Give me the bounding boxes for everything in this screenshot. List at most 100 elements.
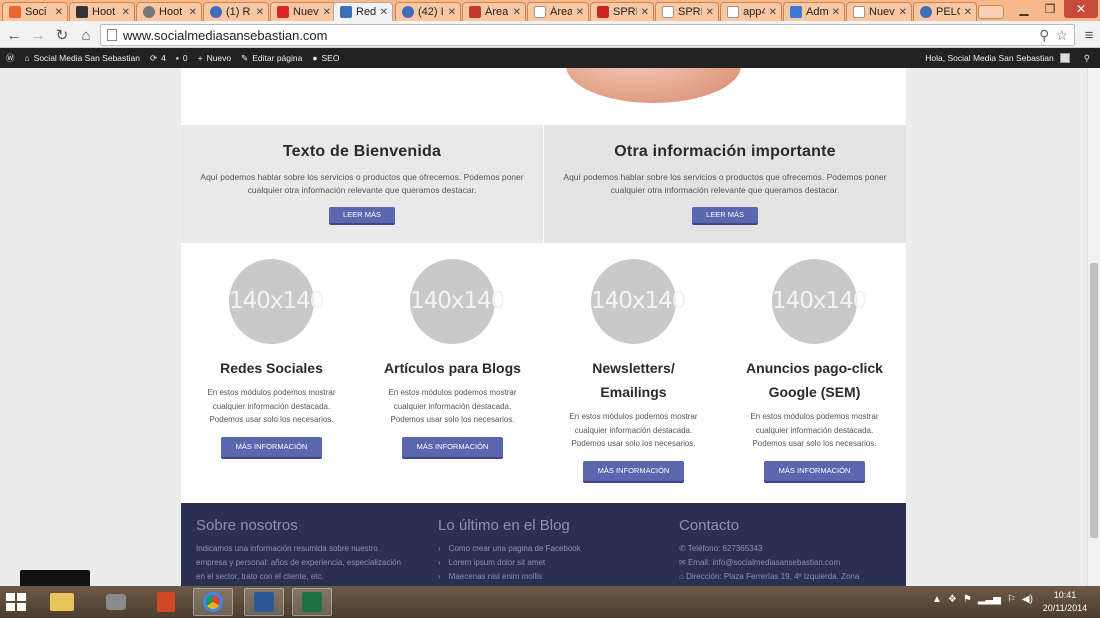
maximize-icon[interactable]: ❐ bbox=[1038, 0, 1062, 18]
close-icon[interactable]: ✕ bbox=[323, 7, 331, 18]
intro-block-other-info: Otra información importante Aquí podemos… bbox=[544, 125, 906, 243]
account-greeting[interactable]: Hola, Social Media San Sebastian bbox=[925, 53, 1054, 63]
blog-link-text: Como crear una pagina de Facebook bbox=[448, 544, 581, 553]
browser-tab[interactable]: Soci ✕ bbox=[2, 2, 68, 21]
network-icon[interactable]: ⚑ bbox=[963, 594, 972, 605]
windows-start-icon[interactable] bbox=[6, 593, 26, 611]
blog-link[interactable]: › Maecenas nisi enim mollis bbox=[438, 570, 668, 584]
browser-tab[interactable]: Nueva p ✕ bbox=[846, 2, 912, 21]
wordpress-logo-icon[interactable]: Ⓦ bbox=[6, 52, 15, 64]
forward-arrow-icon[interactable]: → bbox=[28, 25, 48, 45]
dropbox-icon[interactable]: ❖ bbox=[948, 594, 957, 605]
seo-status-icon: ● bbox=[312, 53, 318, 63]
read-more-button[interactable]: LEER MÁS bbox=[692, 207, 758, 225]
close-icon[interactable]: ✕ bbox=[122, 7, 130, 18]
file-explorer-icon[interactable] bbox=[42, 588, 82, 616]
updates-link[interactable]: ⟳ 4 bbox=[150, 53, 166, 64]
contact-email[interactable]: ✉ Email: info@socialmediasansebastian.co… bbox=[679, 556, 909, 570]
tray-arrow-icon[interactable]: ▲ bbox=[932, 594, 942, 605]
url-text[interactable]: www.socialmediasansebastian.com bbox=[123, 28, 1039, 43]
blog-link-text: Maecenas nisi enim mollis bbox=[448, 572, 543, 581]
close-icon[interactable]: ✕ bbox=[189, 7, 197, 18]
search-icon[interactable]: ⚲ bbox=[1084, 53, 1090, 64]
browser-tab[interactable]: Área ✕ bbox=[462, 2, 526, 21]
window-close-icon[interactable]: ✕ bbox=[1064, 0, 1098, 18]
photo-app-icon[interactable] bbox=[96, 588, 136, 616]
new-content-link[interactable]: + Nuevo bbox=[198, 53, 232, 63]
browser-tab[interactable]: app4 ✕ bbox=[720, 2, 782, 21]
close-icon[interactable]: ✕ bbox=[964, 7, 972, 18]
blog-link[interactable]: › Lorem ipsum dolor sit amet bbox=[438, 556, 668, 570]
module-text: En estos módulos podemos mostrar cualqui… bbox=[569, 412, 698, 448]
browser-tab[interactable]: Adm ✕ bbox=[783, 2, 845, 21]
clock-time: 10:41 bbox=[1053, 590, 1077, 600]
close-icon[interactable]: ✕ bbox=[899, 7, 907, 18]
tab-favicon-icon bbox=[402, 6, 414, 18]
close-icon[interactable]: ✕ bbox=[55, 7, 63, 18]
page-scrollbar[interactable] bbox=[1087, 68, 1100, 586]
read-more-button[interactable]: LEER MÁS bbox=[329, 207, 395, 225]
new-tab-button[interactable] bbox=[978, 5, 1004, 19]
scrollbar-thumb[interactable] bbox=[1090, 263, 1098, 538]
comments-link[interactable]: ▪ 0 bbox=[176, 53, 188, 63]
tab-favicon-icon bbox=[727, 6, 739, 18]
close-icon[interactable]: ✕ bbox=[641, 7, 649, 18]
browser-tab[interactable]: SPRI ✕ bbox=[655, 2, 719, 21]
more-info-button[interactable]: MÁS INFORMACIÓN bbox=[221, 436, 322, 459]
home-icon[interactable]: ⌂ bbox=[76, 25, 96, 45]
browser-tab[interactable]: (1) R ✕ bbox=[203, 2, 269, 21]
floating-share-tab[interactable] bbox=[20, 570, 90, 586]
menu-icon[interactable]: ≡ bbox=[1079, 25, 1099, 45]
tab-title: Hoot bbox=[92, 6, 116, 18]
close-icon[interactable]: ✕ bbox=[448, 7, 456, 18]
close-icon[interactable]: ✕ bbox=[256, 7, 264, 18]
close-icon[interactable]: ✕ bbox=[706, 7, 714, 18]
signal-icon[interactable]: ▂▃▅ bbox=[978, 594, 1001, 605]
seo-link[interactable]: ● SEO bbox=[312, 53, 339, 63]
footer-heading: Sobre nosotros bbox=[196, 517, 298, 534]
taskbar-clock[interactable]: 10:41 20/11/2014 bbox=[1034, 589, 1096, 615]
intro-title: Otra información importante bbox=[614, 143, 836, 160]
service-module: 140x140 Anuncios pago-click Google (SEM)… bbox=[724, 243, 905, 483]
blog-list: › Como crear una pagina de Facebook › Lore… bbox=[438, 542, 668, 584]
browser-tab[interactable]: Hoot ✕ bbox=[69, 2, 135, 21]
close-icon[interactable]: ✕ bbox=[513, 7, 521, 18]
volume-icon[interactable]: ◀) bbox=[1022, 594, 1033, 605]
edit-page-link[interactable]: ✎ Editar página bbox=[241, 53, 302, 64]
more-info-button[interactable]: MÁS INFORMACIÓN bbox=[402, 436, 503, 459]
close-icon[interactable]: ✕ bbox=[769, 7, 777, 18]
placeholder-image: 140x140 bbox=[410, 259, 505, 344]
browser-tab-active[interactable]: Rede ✕ bbox=[333, 2, 393, 21]
more-info-button[interactable]: MÁS INFORMACIÓN bbox=[583, 460, 684, 483]
back-arrow-icon[interactable]: ← bbox=[4, 25, 24, 45]
flag-icon[interactable]: ⚐ bbox=[1007, 594, 1016, 605]
browser-tab[interactable]: (42) I ✕ bbox=[395, 2, 461, 21]
browser-tab[interactable]: SPRI ✕ bbox=[590, 2, 654, 21]
intro-block-welcome: Texto de Bienvenida Aquí podemos hablar … bbox=[181, 125, 543, 243]
module-text: En estos módulos podemos mostrar cualqui… bbox=[388, 388, 517, 424]
close-icon[interactable]: ✕ bbox=[576, 7, 584, 18]
service-module: 140x140 Newsletters/ Emailings En estos … bbox=[543, 243, 724, 483]
chrome-icon[interactable] bbox=[193, 588, 233, 616]
excel-icon[interactable] bbox=[292, 588, 332, 616]
search-icon[interactable]: ⚲ bbox=[1039, 27, 1049, 44]
avatar[interactable] bbox=[1059, 53, 1070, 63]
word-icon[interactable] bbox=[244, 588, 284, 616]
browser-tab[interactable]: Nuev ✕ bbox=[270, 2, 336, 21]
site-name-link[interactable]: ⌂ Social Media San Sebastian bbox=[25, 53, 140, 63]
blog-link[interactable]: › Como crear una pagina de Facebook bbox=[438, 542, 668, 556]
close-icon[interactable]: ✕ bbox=[380, 7, 388, 18]
bookmark-star-icon[interactable]: ☆ bbox=[1055, 27, 1068, 44]
browser-tab[interactable]: PELO ✕ bbox=[913, 2, 977, 21]
minimize-icon[interactable]: ▁ bbox=[1012, 0, 1036, 18]
browser-tab[interactable]: Área ✕ bbox=[527, 2, 589, 21]
more-info-button[interactable]: MÁS INFORMACIÓN bbox=[764, 460, 865, 483]
close-icon[interactable]: ✕ bbox=[832, 7, 840, 18]
page-viewport: Texto de Bienvenida Aquí podemos hablar … bbox=[0, 68, 1087, 586]
home-icon: ⌂ bbox=[679, 572, 687, 581]
office-icon[interactable] bbox=[146, 588, 186, 616]
browser-tab[interactable]: Hoot ✕ bbox=[136, 2, 202, 21]
tab-title: SPRI bbox=[613, 6, 637, 18]
address-bar[interactable]: www.socialmediasansebastian.com ⚲ ☆ bbox=[100, 24, 1075, 46]
reload-icon[interactable]: ↻ bbox=[52, 25, 72, 45]
